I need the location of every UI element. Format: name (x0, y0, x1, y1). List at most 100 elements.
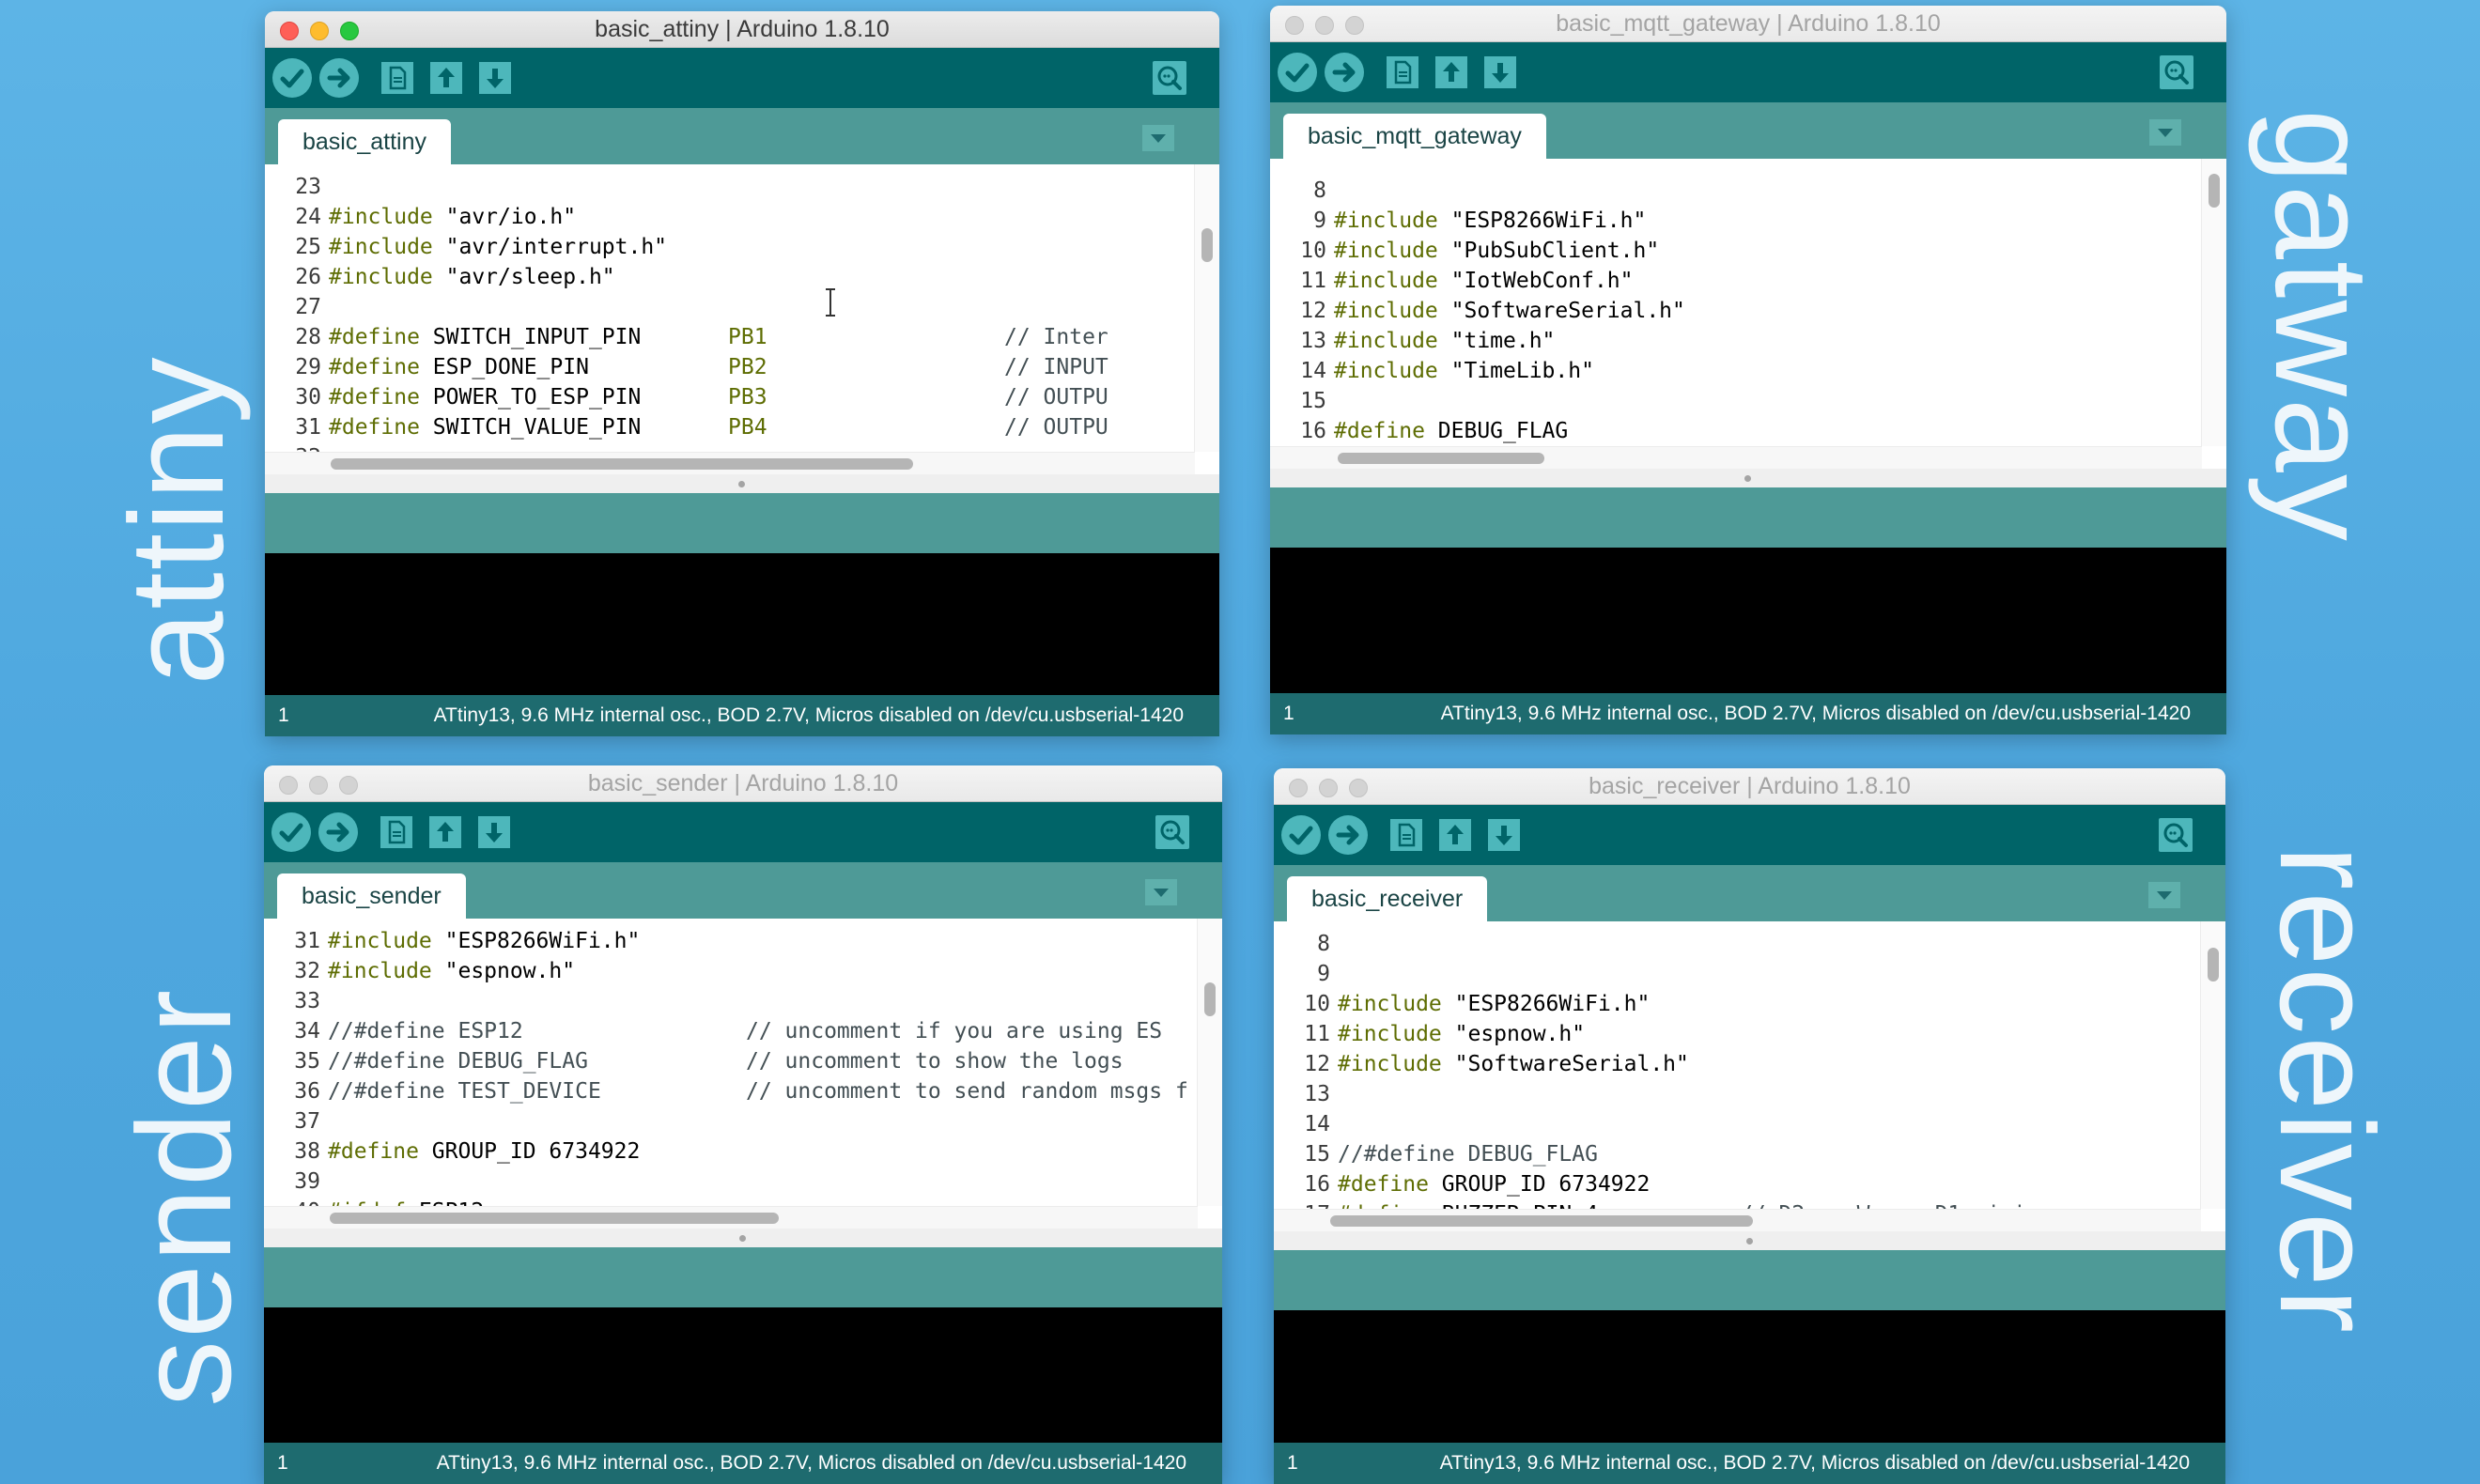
upload-button[interactable] (319, 58, 359, 98)
divider-grip[interactable] (739, 1235, 746, 1242)
code-line[interactable]: 9 #include "ESP8266WiFi.h" (1270, 206, 2200, 236)
tab-menu-button[interactable] (1142, 125, 1174, 151)
open-button[interactable] (1432, 53, 1471, 92)
code-line[interactable]: 16 #define GROUP_ID 6734922 (1274, 1169, 2199, 1199)
verify-button[interactable] (1281, 815, 1321, 855)
serial-monitor-button[interactable] (1153, 812, 1192, 852)
code-line[interactable]: 8 (1274, 929, 2199, 959)
vertical-scroll-thumb[interactable] (2208, 948, 2219, 982)
split-divider[interactable] (1270, 469, 2226, 488)
save-button[interactable] (474, 812, 514, 852)
code-line[interactable]: 10 #include "ESP8266WiFi.h" (1274, 989, 2199, 1019)
divider-grip[interactable] (738, 481, 745, 487)
sketch-tab[interactable]: basic_attiny (278, 119, 452, 164)
code-area[interactable]: 31 #include "ESP8266WiFi.h" 32 #include "es… (264, 926, 1196, 1227)
split-divider[interactable] (264, 1229, 1222, 1248)
vertical-scroll-thumb[interactable] (1204, 982, 1216, 1016)
code-area[interactable]: 8 9 10 #include "ESP8266WiFi.h" 11 #include "… (1274, 929, 2199, 1229)
horizontal-scroll-thumb[interactable] (330, 1213, 779, 1224)
save-button[interactable] (475, 58, 515, 98)
code-line[interactable]: 12 #include "SoftwareSerial.h" (1274, 1049, 2199, 1079)
horizontal-scroll-thumb[interactable] (1338, 453, 1544, 464)
vertical-scrollbar[interactable] (1194, 164, 1219, 452)
upload-button[interactable] (318, 812, 358, 852)
code-line[interactable]: 28 #define SWITCH_INPUT_PIN PB1 // Inter (265, 322, 1193, 352)
code-line[interactable]: 34 //#define ESP12 // uncomment if you are… (264, 1016, 1196, 1046)
vertical-scrollbar[interactable] (2201, 159, 2226, 446)
code-area[interactable]: 8 9 #include "ESP8266WiFi.h" 10 #include "Pu… (1270, 176, 2200, 469)
sketch-tab[interactable]: basic_sender (277, 873, 466, 919)
serial-monitor-button[interactable] (2157, 53, 2196, 92)
code-line[interactable]: 16 #define DEBUG_FLAG (1270, 416, 2200, 446)
window-titlebar[interactable]: basic_attiny | Arduino 1.8.10 (265, 11, 1219, 48)
horizontal-scrollbar[interactable] (1274, 1209, 2201, 1231)
code-line[interactable]: 9 (1274, 959, 2199, 989)
tab-menu-button[interactable] (1145, 879, 1177, 905)
window-titlebar[interactable]: basic_mqtt_gateway | Arduino 1.8.10 (1270, 6, 2226, 42)
tab-menu-button[interactable] (2148, 882, 2180, 908)
divider-grip[interactable] (1745, 1238, 1753, 1244)
code-editor[interactable]: 8 9 10 #include "ESP8266WiFi.h" 11 #include "… (1274, 921, 2225, 1231)
vertical-scroll-thumb[interactable] (2209, 174, 2220, 208)
vertical-scrollbar[interactable] (2200, 921, 2225, 1209)
code-line[interactable]: 36 //#define TEST_DEVICE // uncomment to s… (264, 1076, 1196, 1106)
code-line[interactable]: 24 #include "avr/io.h" (265, 202, 1193, 232)
code-line[interactable]: 10 #include "PubSubClient.h" (1270, 236, 2200, 266)
save-button[interactable] (1484, 815, 1524, 855)
code-line[interactable]: 15 (1270, 386, 2200, 416)
code-area[interactable]: 23 24 #include "avr/io.h" 25 #include "avr/i… (265, 172, 1193, 472)
open-button[interactable] (1435, 815, 1475, 855)
code-line[interactable]: 11 #include "espnow.h" (1274, 1019, 2199, 1049)
vertical-scroll-thumb[interactable] (1201, 228, 1213, 262)
code-line[interactable]: 13 #include "time.h" (1270, 326, 2200, 356)
code-line[interactable]: 33 (264, 986, 1196, 1016)
code-line[interactable]: 11 #include "IotWebConf.h" (1270, 266, 2200, 296)
sketch-tab[interactable]: basic_receiver (1287, 876, 1488, 921)
new-button[interactable] (1383, 53, 1422, 92)
serial-monitor-button[interactable] (2156, 815, 2195, 855)
upload-button[interactable] (1328, 815, 1368, 855)
window-titlebar[interactable]: basic_receiver | Arduino 1.8.10 (1274, 768, 2225, 805)
code-line[interactable]: 39 (264, 1167, 1196, 1197)
code-line[interactable]: 30 #define POWER_TO_ESP_PIN PB3 // OUTPU (265, 382, 1193, 412)
open-button[interactable] (426, 58, 466, 98)
code-line[interactable]: 32 #include "espnow.h" (264, 956, 1196, 986)
new-button[interactable] (378, 58, 417, 98)
verify-button[interactable] (1278, 53, 1317, 92)
code-line[interactable]: 37 (264, 1106, 1196, 1136)
code-line[interactable]: 29 #define ESP_DONE_PIN PB2 // INPUT (265, 352, 1193, 382)
code-editor[interactable]: 23 24 #include "avr/io.h" 25 #include "avr/i… (265, 164, 1219, 474)
code-line[interactable]: 12 #include "SoftwareSerial.h" (1270, 296, 2200, 326)
divider-grip[interactable] (1744, 475, 1751, 482)
sketch-tab[interactable]: basic_mqtt_gateway (1283, 114, 1546, 159)
code-line[interactable]: 38 #define GROUP_ID 6734922 (264, 1136, 1196, 1167)
open-button[interactable] (426, 812, 465, 852)
horizontal-scroll-thumb[interactable] (1330, 1215, 1753, 1227)
code-line[interactable]: 14 #include "TimeLib.h" (1270, 356, 2200, 386)
split-divider[interactable] (1274, 1231, 2225, 1251)
horizontal-scrollbar[interactable] (265, 452, 1195, 474)
horizontal-scrollbar[interactable] (1270, 446, 2202, 469)
code-line[interactable]: 31 #include "ESP8266WiFi.h" (264, 926, 1196, 956)
code-line[interactable]: 23 (265, 172, 1193, 202)
horizontal-scroll-thumb[interactable] (331, 458, 913, 470)
save-button[interactable] (1480, 53, 1520, 92)
split-divider[interactable] (265, 474, 1219, 494)
code-line[interactable]: 14 (1274, 1109, 2199, 1139)
code-line[interactable]: 26 #include "avr/sleep.h" (265, 262, 1193, 292)
horizontal-scrollbar[interactable] (264, 1206, 1198, 1229)
code-line[interactable]: 8 (1270, 176, 2200, 206)
verify-button[interactable] (272, 58, 312, 98)
new-button[interactable] (377, 812, 416, 852)
new-button[interactable] (1387, 815, 1426, 855)
code-line[interactable]: 35 //#define DEBUG_FLAG // uncomment to sh… (264, 1046, 1196, 1076)
code-line[interactable]: 31 #define SWITCH_VALUE_PIN PB4 // OUTPU (265, 412, 1193, 442)
code-editor[interactable]: 31 #include "ESP8266WiFi.h" 32 #include "es… (264, 919, 1222, 1229)
tab-menu-button[interactable] (2149, 119, 2181, 146)
code-line[interactable]: 13 (1274, 1079, 2199, 1109)
serial-monitor-button[interactable] (1150, 58, 1189, 98)
code-line[interactable]: 27 (265, 292, 1193, 322)
window-titlebar[interactable]: basic_sender | Arduino 1.8.10 (264, 765, 1222, 802)
verify-button[interactable] (271, 812, 311, 852)
code-line[interactable]: 15 //#define DEBUG_FLAG (1274, 1139, 2199, 1169)
